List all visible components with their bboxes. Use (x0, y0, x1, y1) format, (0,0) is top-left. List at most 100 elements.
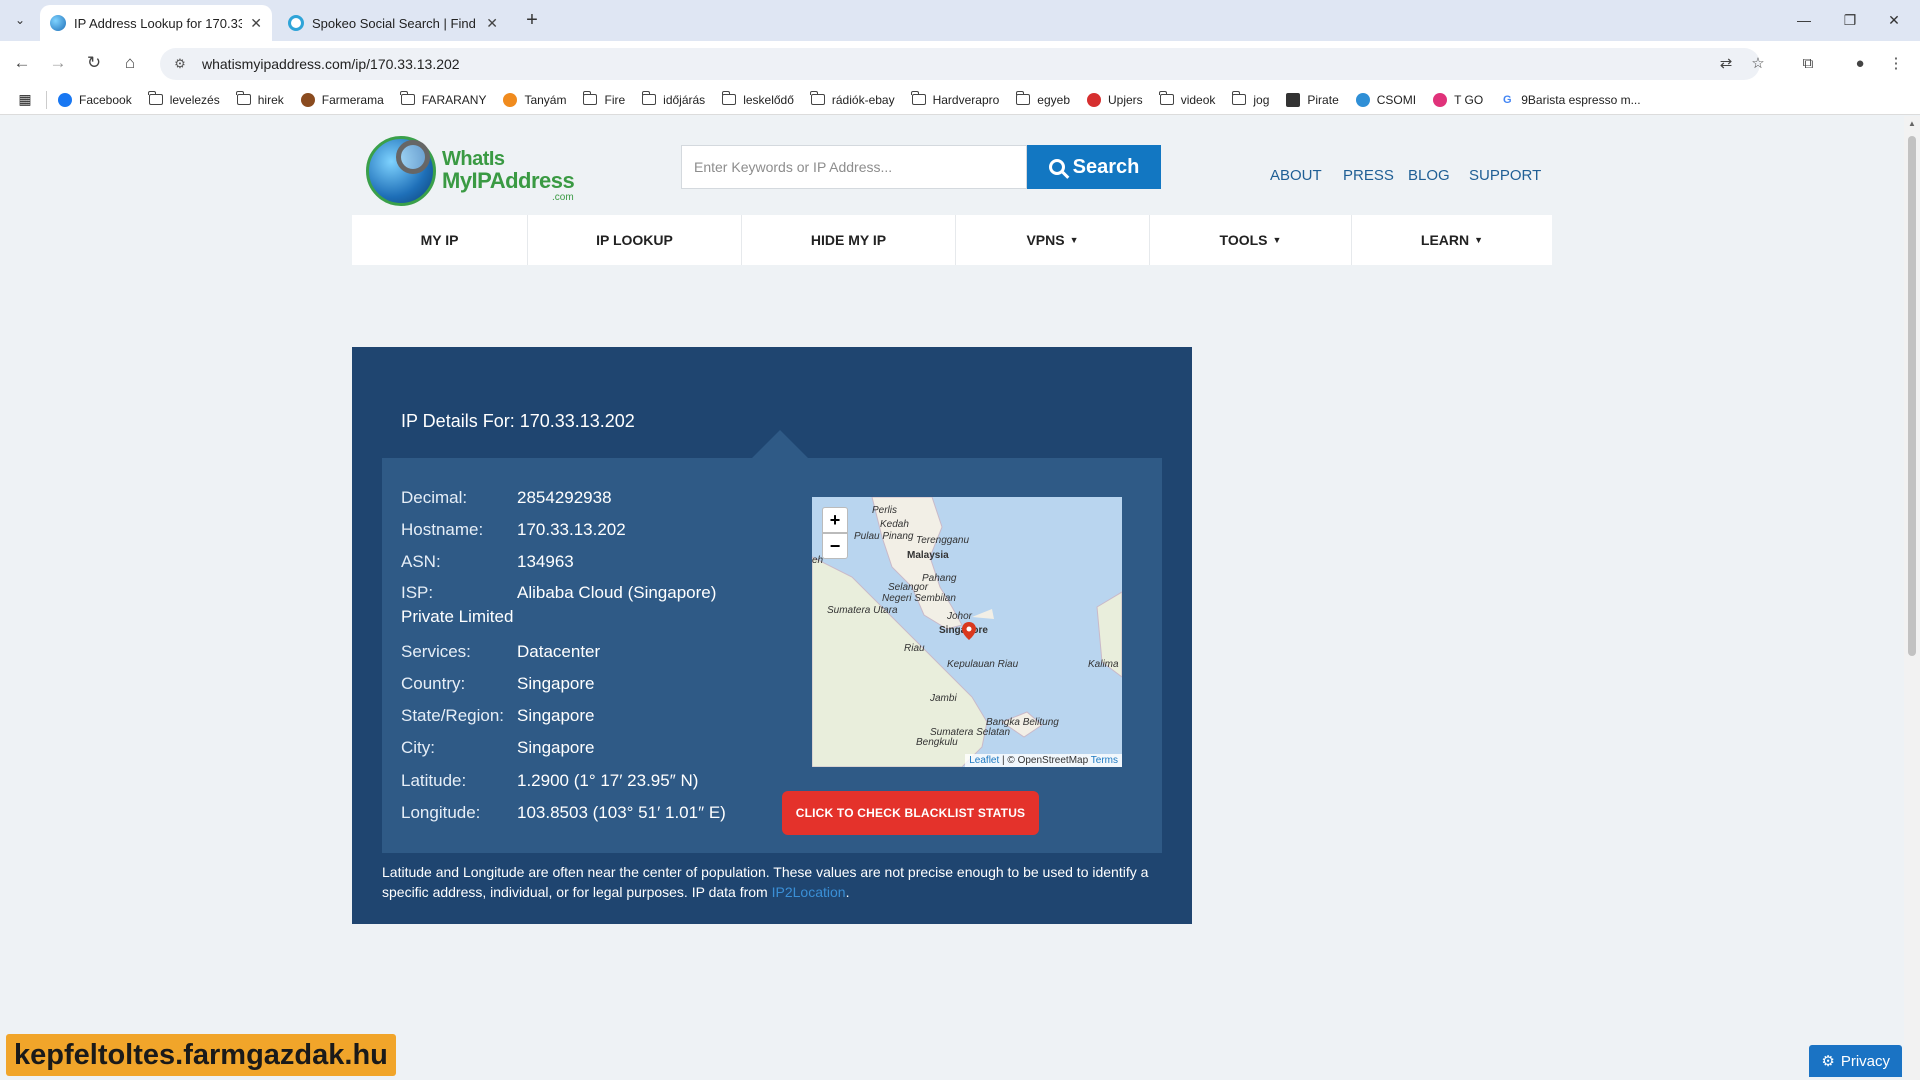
detail-row-hostname: Hostname: 170.33.13.202 (401, 520, 626, 540)
forward-icon[interactable]: → (46, 51, 70, 75)
privacy-button[interactable]: ⚙ Privacy (1809, 1045, 1902, 1077)
logo-text-line2: MyIPAddress (442, 168, 575, 193)
bookmark-label: Tanyám (524, 92, 567, 107)
bookmark-label: Facebook (79, 92, 132, 107)
nav-vpns[interactable]: VPNS ▼ (956, 215, 1150, 265)
bookmark-folder[interactable]: Hardverapro (911, 91, 999, 107)
logo-text-line3: .com (552, 192, 574, 203)
bookmark-folder[interactable]: Fire (582, 91, 625, 107)
tab-ip-lookup[interactable]: IP Address Lookup for 170.33.1 ✕ (40, 5, 272, 41)
bookmark-upjers[interactable]: Upjers (1086, 92, 1143, 107)
bookmark-tgo[interactable]: T GO (1432, 92, 1483, 107)
nav-my-ip[interactable]: MY IP (352, 215, 528, 265)
folder-icon (911, 91, 926, 105)
bookmark-facebook[interactable]: Facebook (57, 92, 132, 107)
nav-tools[interactable]: TOOLS ▼ (1150, 215, 1352, 265)
bookmark-label: 9Barista espresso m... (1521, 92, 1641, 107)
detail-label: Longitude: (401, 803, 481, 822)
folder-icon (582, 91, 598, 105)
tab-spokeo[interactable]: Spokeo Social Search | Find Em ✕ (278, 5, 508, 41)
bookmark-farmerama[interactable]: Farmerama (300, 92, 384, 107)
ip-details-title: IP Details For: 170.33.13.202 (401, 411, 635, 431)
location-pin-icon (962, 622, 976, 640)
bookmark-folder[interactable]: levelezés (148, 91, 220, 107)
nav-label: HIDE MY IP (810, 232, 887, 248)
search-button[interactable]: Search (1027, 145, 1161, 189)
map-label: Kalima (1088, 659, 1119, 670)
tab-title: IP Address Lookup for 170.33.1 (74, 15, 243, 31)
nav-label: MY IP (420, 232, 459, 248)
terms-link[interactable]: Terms (1091, 755, 1118, 766)
bookmark-pirate[interactable]: Pirate (1285, 92, 1339, 107)
apps-grid-icon[interactable]: ▦ (10, 91, 40, 108)
translate-icon[interactable]: ⇄ (1714, 51, 1738, 75)
folder-icon (148, 91, 163, 105)
bookmark-folder[interactable]: videok (1159, 91, 1215, 107)
bookmark-star-icon[interactable]: ☆ (1746, 51, 1770, 75)
map-label: Kepulauan Riau (947, 659, 1019, 670)
search-input[interactable] (681, 145, 1027, 189)
restore-icon[interactable]: ❐ (1836, 8, 1864, 32)
detail-value: 134963 (517, 552, 574, 571)
detail-label: Hostname: (401, 520, 484, 539)
zoom-in-button[interactable]: + (822, 507, 848, 533)
nav-hide-my-ip[interactable]: HIDE MY IP (742, 215, 956, 265)
blog-link[interactable]: BLOG (1408, 167, 1450, 184)
zoom-out-button[interactable]: − (822, 533, 848, 559)
bookmark-folder[interactable]: leskelődő (721, 91, 794, 107)
bookmark-csomi[interactable]: CSOMI (1355, 92, 1416, 107)
ip-details-panel: Decimal: 2854292938 Hostname: 170.33.13.20… (382, 458, 1162, 853)
page-content: WhatIs MyIPAddress .com Search ABOUT PRE… (0, 116, 1904, 1080)
extensions-icon[interactable]: ⧉ (1796, 51, 1820, 75)
about-link[interactable]: ABOUT (1270, 167, 1322, 184)
profile-icon[interactable]: ● (1848, 51, 1872, 75)
site-info-icon[interactable]: ⚙ (168, 56, 192, 72)
nav-learn[interactable]: LEARN ▼ (1352, 215, 1552, 265)
support-link[interactable]: SUPPORT (1469, 167, 1541, 184)
detail-row-decimal: Decimal: 2854292938 (401, 488, 612, 508)
detail-label: ISP: (401, 583, 434, 602)
site-logo[interactable]: WhatIs MyIPAddress .com (366, 136, 576, 208)
window-close-icon[interactable]: ✕ (1880, 8, 1908, 32)
close-icon[interactable]: ✕ (486, 15, 498, 32)
bookmark-barista[interactable]: G 9Barista espresso m... (1499, 92, 1641, 107)
bookmark-folder[interactable]: időjárás (641, 91, 705, 107)
reload-icon[interactable]: ↻ (82, 51, 106, 75)
address-bar[interactable]: ⚙ whatismyipaddress.com/ip/170.33.13.202 (160, 48, 1760, 80)
folder-icon (1159, 91, 1174, 105)
attribution-text: | © OpenStreetMap (999, 755, 1091, 766)
scrollbar-thumb[interactable] (1908, 136, 1916, 656)
check-blacklist-button[interactable]: CLICK TO CHECK BLACKLIST STATUS (782, 791, 1039, 835)
map-label: Pulau Pinang (854, 531, 914, 542)
detail-row-city: City: Singapore (401, 738, 595, 758)
ip2location-link[interactable]: IP2Location (772, 884, 846, 900)
close-icon[interactable]: ✕ (250, 15, 262, 32)
tab-bar: ⌄ IP Address Lookup for 170.33.1 ✕ Spoke… (0, 0, 1920, 41)
bookmark-folder[interactable]: egyeb (1015, 91, 1070, 107)
bookmark-folder[interactable]: jog (1231, 91, 1269, 107)
press-link[interactable]: PRESS (1343, 167, 1394, 184)
bookmark-folder[interactable]: FARARANY (400, 91, 486, 107)
detail-label: Services: (401, 642, 471, 661)
location-map[interactable]: Perlis Kedah Pulau Pinang Terengganu Mal… (812, 497, 1122, 767)
privacy-label: Privacy (1840, 1052, 1890, 1070)
minimize-icon[interactable]: — (1790, 8, 1818, 32)
bookmark-folder[interactable]: rádiók-ebay (810, 91, 895, 107)
nav-ip-lookup[interactable]: IP LOOKUP (528, 215, 742, 265)
bookmark-tanyam[interactable]: Tanyám (502, 92, 567, 107)
scroll-up-icon[interactable]: ▲ (1904, 116, 1920, 132)
bookmark-label: Upjers (1108, 92, 1143, 107)
disclaimer-end: . (845, 884, 850, 900)
page-scrollbar[interactable]: ▲ (1904, 116, 1920, 1080)
tab-search-dropdown-icon[interactable]: ⌄ (8, 8, 32, 32)
leaflet-link[interactable]: Leaflet (969, 755, 999, 766)
menu-kebab-icon[interactable]: ⋮ (1884, 51, 1908, 75)
location-disclaimer: Latitude and Longitude are often near th… (382, 862, 1172, 902)
card-notch (752, 430, 808, 458)
new-tab-icon[interactable]: + (520, 8, 544, 32)
bookmark-folder[interactable]: hirek (236, 91, 284, 107)
ip-details-card: IP Details For: 170.33.13.202 Decimal: 28… (352, 347, 1192, 924)
caret-down-icon: ▼ (1272, 235, 1282, 245)
home-icon[interactable]: ⌂ (118, 51, 142, 75)
back-icon[interactable]: ← (10, 51, 34, 75)
